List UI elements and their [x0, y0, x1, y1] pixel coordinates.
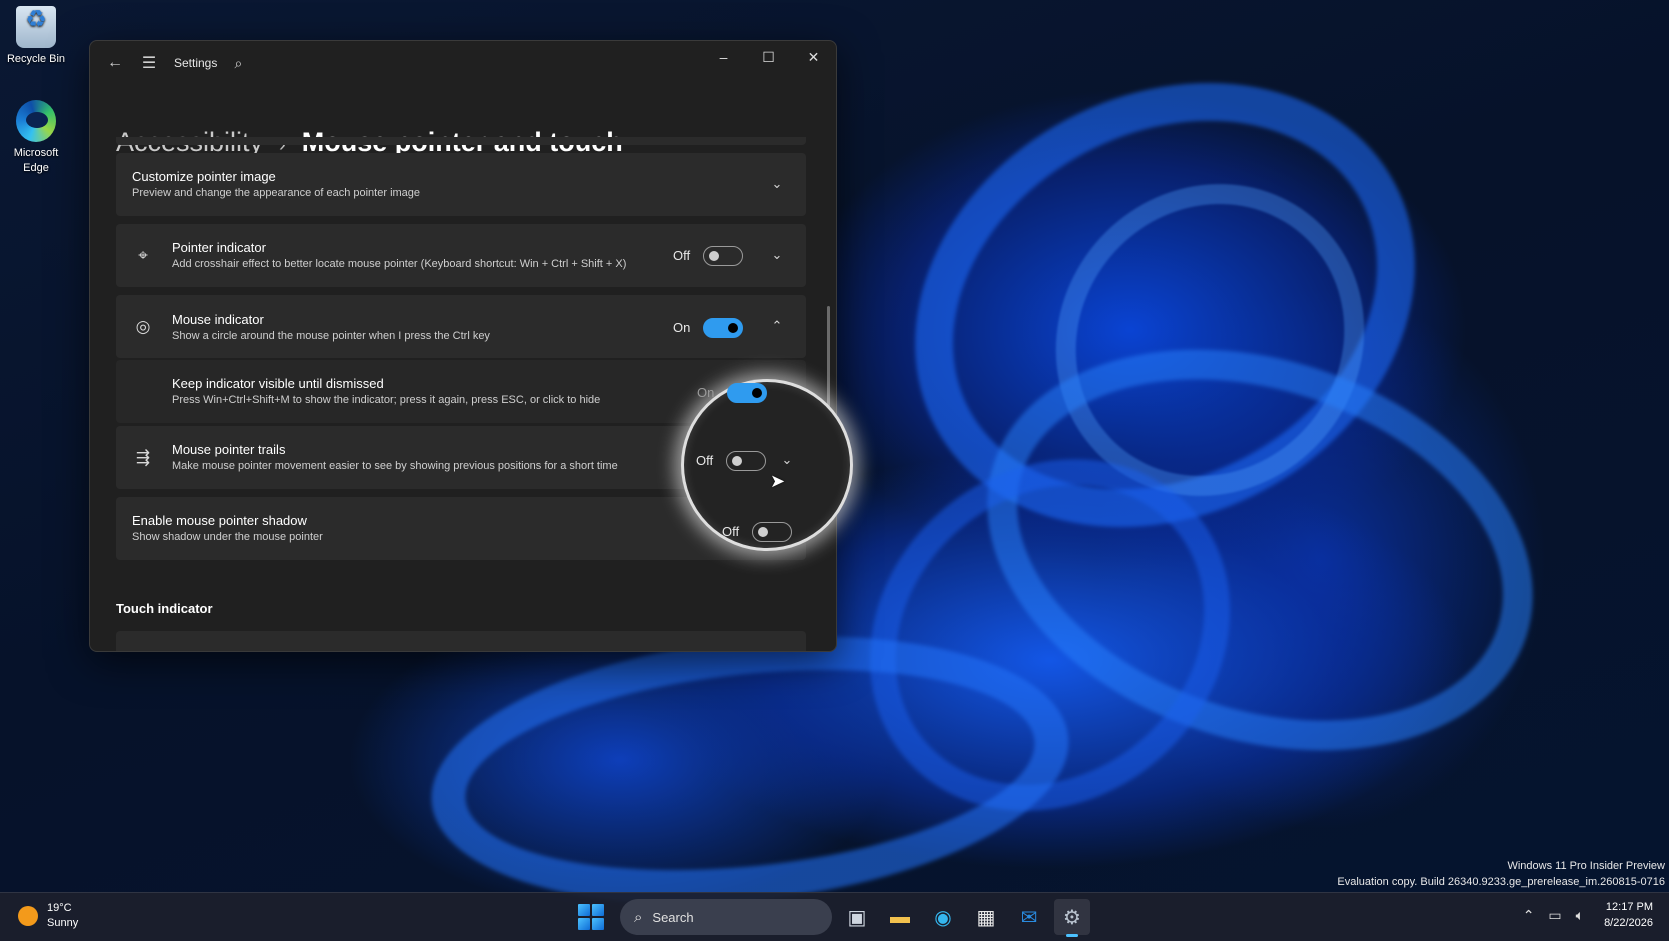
setting-pointer-indicator[interactable]: ⌖ Pointer indicator Add crosshair effect… — [116, 224, 806, 287]
network-icon[interactable]: ▭ — [1548, 907, 1561, 924]
clock[interactable]: 12:17 PM 8/22/2026 — [1604, 899, 1653, 931]
setting-description: Preview and change the appearance of eac… — [132, 187, 421, 199]
desktop-icon-label: Recycle Bin — [6, 53, 66, 65]
mouse-cursor-icon: ➤ — [770, 471, 786, 491]
setting-touch-indicator[interactable] — [116, 631, 806, 651]
desktop-icon-recycle-bin[interactable]: Recycle Bin — [0, 6, 72, 67]
menu-button[interactable]: ☰ — [132, 46, 166, 80]
crosshair-pointer-icon: ⌖ — [138, 246, 148, 265]
file-explorer-icon[interactable]: ▬ — [882, 899, 918, 935]
chevron-up-icon[interactable]: ⌃ — [766, 315, 788, 337]
taskbar: 19°C Sunny ⌕ Search ▣ ▬ ◉ ▦ ✉ ⚙ ⌃ ▭ 🔈︎ 1… — [0, 892, 1669, 941]
window-controls: – ☐ ✕ — [701, 41, 836, 73]
weather-condition: Sunny — [47, 917, 79, 929]
chevron-up-icon[interactable]: ⌃ — [1523, 907, 1535, 924]
weather-widget[interactable]: 19°C Sunny — [18, 901, 78, 931]
sun-icon — [18, 906, 38, 926]
mouse-pointer-shadow-toggle[interactable] — [752, 522, 792, 542]
store-icon[interactable]: ▦ — [968, 899, 1004, 935]
toggle-state-label: Off — [673, 248, 691, 263]
wallpaper-bloom — [418, 607, 1082, 933]
setting-title: Keep indicator visible until dismissed — [172, 376, 384, 391]
desktop-icon-edge[interactable]: Microsoft Edge — [0, 100, 72, 176]
setting-customize-pointer-image[interactable]: Customize pointer image Preview and chan… — [116, 153, 806, 216]
wallpaper-bloom — [992, 121, 1428, 559]
setting-title: Mouse indicator — [172, 312, 264, 327]
outlook-icon[interactable]: ✉ — [1011, 899, 1047, 935]
setting-title: Pointer indicator — [172, 240, 266, 255]
setting-mouse-indicator[interactable]: ◎ Mouse indicator Show a circle around t… — [116, 295, 806, 358]
minimize-button[interactable]: – — [701, 41, 746, 73]
search-icon: ⌕ — [234, 54, 243, 71]
maximize-button[interactable]: ☐ — [746, 41, 791, 73]
clock-date: 8/22/2026 — [1604, 917, 1653, 929]
hamburger-icon: ☰ — [141, 55, 157, 72]
watermark-line: Windows 11 Pro Insider Preview — [1507, 860, 1665, 872]
toggle-state-label: Off — [722, 524, 740, 539]
search-icon: ⌕ — [634, 908, 643, 926]
mouse-pointer-trails-toggle[interactable] — [726, 451, 766, 471]
pointer-trails-icon: ⇶ — [135, 448, 151, 467]
watermark-line: Evaluation copy. Build 26340.9233.ge_pre… — [1337, 876, 1665, 888]
close-icon: ✕ — [807, 48, 820, 65]
setting-description: Show a circle around the mouse pointer w… — [172, 330, 490, 342]
search-label: Search — [652, 909, 694, 925]
desktop-icon-label: Microsoft Edge — [13, 147, 59, 174]
previous-card-edge — [116, 137, 806, 145]
setting-title: Mouse pointer trails — [172, 442, 286, 457]
setting-title: Enable mouse pointer shadow — [132, 513, 307, 528]
setting-description: Press Win+Ctrl+Shift+M to show the indic… — [172, 394, 601, 406]
pointer-indicator-toggle[interactable] — [703, 246, 743, 266]
close-button[interactable]: ✕ — [791, 41, 836, 73]
setting-title: Customize pointer image — [132, 169, 276, 184]
settings-window: ← ☰ Settings ⌕ – ☐ ✕ Accessibility › Mou… — [89, 40, 837, 652]
search-button[interactable]: ⌕ — [221, 46, 255, 80]
maximize-icon: ☐ — [762, 48, 775, 65]
system-tray: ⌃ ▭ 🔈︎ 12:17 PM 8/22/2026 — [1523, 899, 1653, 931]
chevron-down-icon[interactable]: ⌄ — [776, 449, 798, 471]
back-button[interactable]: ← — [98, 46, 132, 80]
keep-indicator-visible-toggle[interactable] — [727, 383, 767, 403]
start-button[interactable] — [578, 904, 604, 930]
chevron-down-icon[interactable]: ⌄ — [766, 244, 788, 266]
volume-icon[interactable]: 🔈︎ — [1576, 907, 1584, 924]
setting-description: Show shadow under the mouse pointer — [132, 531, 323, 543]
setting-description: Make mouse pointer movement easier to se… — [172, 460, 618, 472]
app-title: Settings — [174, 56, 218, 70]
evaluation-watermark: Windows 11 Pro Insider Preview Evaluatio… — [1337, 858, 1665, 890]
task-view-icon[interactable]: ▣ — [839, 899, 875, 935]
back-arrow-icon: ← — [107, 54, 123, 71]
weather-temp: 19°C — [47, 902, 72, 914]
toggle-state-label: Off — [696, 453, 714, 468]
section-heading-touch-indicator: Touch indicator — [116, 601, 213, 616]
clock-time: 12:17 PM — [1605, 901, 1653, 913]
wallpaper-bloom — [798, 386, 1302, 884]
edge-icon[interactable]: ◉ — [925, 899, 961, 935]
recycle-bin-icon — [16, 6, 56, 48]
minimize-icon: – — [719, 49, 728, 65]
wallpaper-bloom — [934, 282, 1586, 818]
toggle-state-label: On — [697, 385, 715, 400]
mouse-indicator-toggle[interactable] — [703, 318, 743, 338]
taskbar-search[interactable]: ⌕ Search — [620, 899, 832, 935]
settings-icon[interactable]: ⚙ — [1054, 899, 1090, 937]
edge-icon — [16, 100, 56, 142]
chevron-down-icon[interactable]: ⌄ — [766, 173, 788, 195]
title-bar: ← ☰ Settings ⌕ – ☐ ✕ — [90, 41, 836, 85]
setting-description: Add crosshair effect to better locate mo… — [172, 258, 627, 270]
mouse-indicator-icon: ◎ — [135, 317, 151, 336]
toggle-state-label: On — [673, 320, 691, 335]
taskbar-center: ⌕ Search ▣ ▬ ◉ ▦ ✉ ⚙ — [578, 899, 1090, 937]
wallpaper-bloom — [836, 0, 1494, 613]
